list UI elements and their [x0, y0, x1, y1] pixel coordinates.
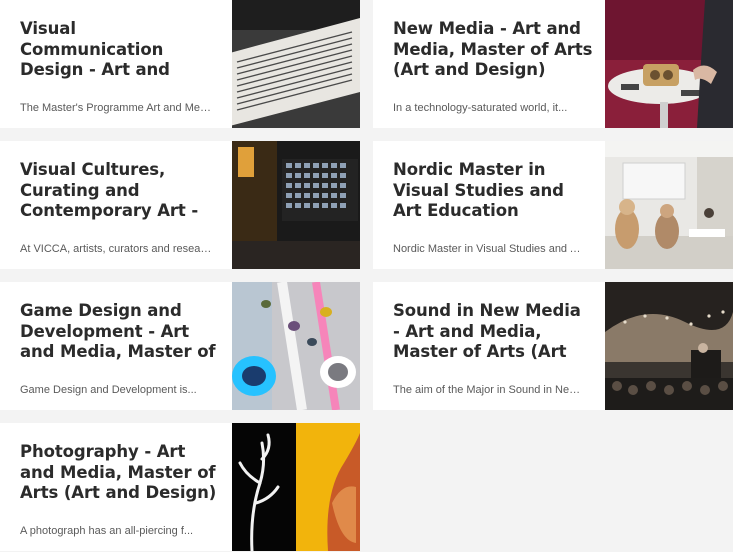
- climbing-wall-lights-photo[interactable]: [232, 282, 360, 410]
- seminar-room-photo[interactable]: [605, 141, 733, 269]
- programme-description: In a technology-saturated world, it...: [393, 102, 568, 114]
- programme-card[interactable]: Game Design and Development - Art and Me…: [0, 282, 360, 410]
- programme-card[interactable]: Photography - Art and Media, Master of A…: [0, 423, 360, 551]
- programme-description: Nordic Master in Visual Studies and Art.…: [393, 243, 585, 255]
- programme-description: A photograph has an all-piercing f...: [20, 525, 194, 537]
- programme-card[interactable]: Visual Cultures, Curating and Contempora…: [0, 141, 360, 269]
- programme-card[interactable]: New Media - Art and Media, Master of Art…: [373, 0, 733, 128]
- programme-title[interactable]: Visual Communication Design - Art and Me…: [20, 19, 220, 81]
- programme-title[interactable]: Sound in New Media - Art and Media, Mast…: [393, 301, 593, 363]
- programme-description: Game Design and Development is...: [20, 384, 197, 396]
- programme-title[interactable]: Visual Cultures, Curating and Contempora…: [20, 160, 220, 222]
- wooden-device-on-table-photo[interactable]: [605, 0, 733, 128]
- programme-description: At VICCA, artists, curators and research…: [20, 243, 212, 255]
- programme-card[interactable]: Visual Communication Design - Art and Me…: [0, 0, 360, 128]
- concert-hall-photo[interactable]: [605, 282, 733, 410]
- programme-title[interactable]: Nordic Master in Visual Studies and Art …: [393, 160, 593, 222]
- programme-title[interactable]: Game Design and Development - Art and Me…: [20, 301, 220, 363]
- branch-and-portrait-photo[interactable]: [232, 423, 360, 551]
- typewritten-paper-photo[interactable]: [232, 0, 360, 128]
- programme-card[interactable]: Sound in New Media - Art and Media, Mast…: [373, 282, 733, 410]
- programme-title[interactable]: Photography - Art and Media, Master of A…: [20, 442, 220, 504]
- programme-description: The aim of the Major in Sound in New Med…: [393, 384, 585, 396]
- programme-card[interactable]: Nordic Master in Visual Studies and Art …: [373, 141, 733, 269]
- gallery-wall-photo[interactable]: [232, 141, 360, 269]
- programme-description: The Master's Programme Art and Media...: [20, 102, 212, 114]
- programme-title[interactable]: New Media - Art and Media, Master of Art…: [393, 19, 593, 81]
